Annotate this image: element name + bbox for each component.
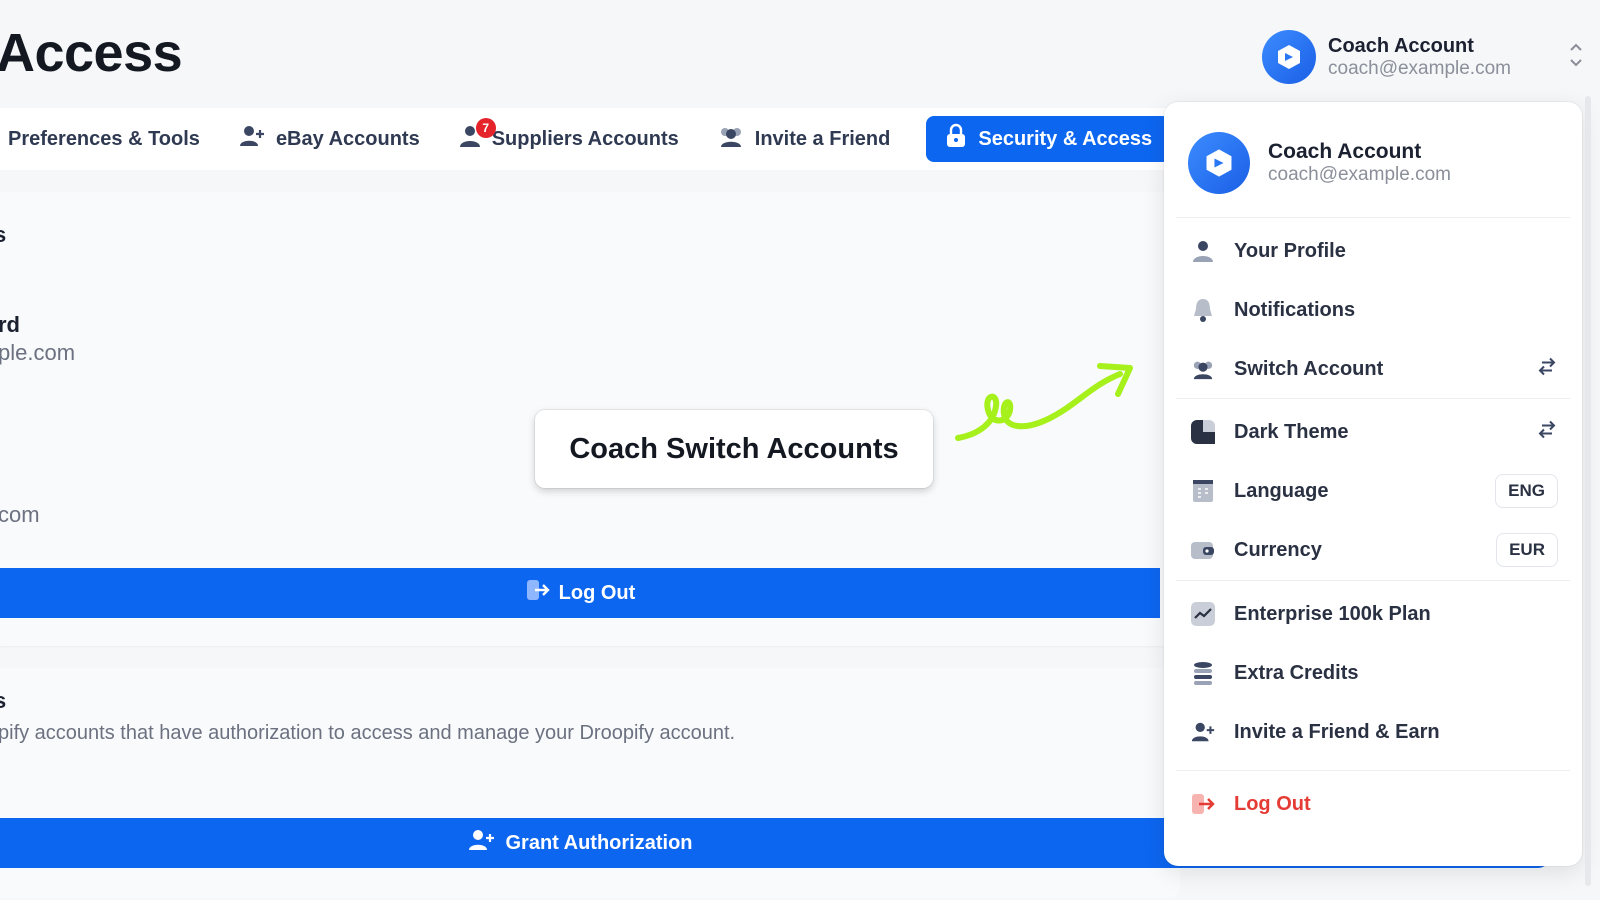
menu-item-currency[interactable]: Currency EUR <box>1176 526 1570 574</box>
page-scrollbar[interactable] <box>1585 96 1591 886</box>
divider <box>1176 398 1570 399</box>
logout-button[interactable]: Log Out <box>0 568 1160 618</box>
menu-item-label: Extra Credits <box>1234 661 1359 684</box>
account-email: coach@example.com <box>1328 57 1511 79</box>
user-plus-icon <box>467 828 495 858</box>
annotation-arrow-icon <box>955 363 1133 441</box>
menu-item-label: Currency <box>1234 538 1322 561</box>
dropdown-account-header: Coach Account coach@example.com <box>1188 132 1451 194</box>
coach-switch-callout: Coach Switch Accounts <box>535 410 933 488</box>
menu-item-extra-credits[interactable]: Extra Credits <box>1176 649 1570 697</box>
users-icon <box>1190 356 1216 382</box>
menu-item-label: Log Out <box>1234 792 1311 815</box>
divider <box>1176 580 1570 581</box>
account-switcher[interactable]: Coach Account coach@example.com <box>1262 28 1584 86</box>
account-name: Coach Account <box>1328 34 1474 57</box>
theme-icon <box>1190 419 1216 445</box>
user-plus-icon <box>1190 719 1216 745</box>
tab-label: Suppliers Accounts <box>491 127 679 150</box>
menu-item-label: Your Profile <box>1234 239 1346 262</box>
menu-item-label: Dark Theme <box>1234 420 1349 443</box>
book-icon <box>1190 478 1216 504</box>
menu-item-label: Enterprise 100k Plan <box>1234 602 1431 625</box>
grant-label: Grant Authorization <box>505 831 693 854</box>
menu-item-label: Invite a Friend & Earn <box>1234 720 1440 743</box>
card2-description: pify accounts that have authorization to… <box>0 722 736 744</box>
tab-preferences-tools[interactable]: Preferences & Tools <box>0 116 212 162</box>
menu-item-your-profile[interactable]: Your Profile <box>1176 227 1570 275</box>
menu-item-log-out[interactable]: Log Out <box>1176 780 1570 828</box>
menu-item-switch-account[interactable]: Switch Account <box>1176 345 1570 393</box>
menu-item-label: Switch Account <box>1234 357 1384 380</box>
tab-suppliers-accounts[interactable]: 7 Suppliers Accounts <box>446 116 691 162</box>
wallet-icon <box>1190 537 1216 563</box>
logout-icon <box>525 577 551 609</box>
menu-item-notifications[interactable]: Notifications <box>1176 286 1570 334</box>
settings-tabs: Preferences & Tools eBay Accounts 7 Supp… <box>0 108 1180 170</box>
menu-item-dark-theme[interactable]: Dark Theme <box>1176 408 1570 456</box>
coins-icon <box>1190 660 1216 686</box>
tab-invite-friend[interactable]: Invite a Friend <box>705 116 903 162</box>
tab-ebay-accounts[interactable]: eBay Accounts <box>226 116 432 162</box>
droopify-logo-icon <box>1188 132 1250 194</box>
menu-item-label: Notifications <box>1234 298 1356 321</box>
tab-security-access[interactable]: Security & Access <box>926 116 1171 162</box>
swap-icon <box>1536 420 1558 445</box>
bell-icon <box>1190 297 1216 323</box>
card1-name-fragment: rd <box>0 312 20 337</box>
chevron-updown-icon <box>1568 40 1584 75</box>
notification-badge: 7 <box>475 118 496 138</box>
currency-value: EUR <box>1496 533 1558 567</box>
language-value: ENG <box>1495 474 1558 508</box>
card1-email2-fragment: com <box>0 502 40 527</box>
menu-item-enterprise-plan[interactable]: Enterprise 100k Plan <box>1176 590 1570 638</box>
swap-icon <box>1536 357 1558 382</box>
logout-label: Log Out <box>558 581 636 604</box>
menu-item-language[interactable]: Language ENG <box>1176 467 1570 515</box>
lock-icon <box>944 123 968 155</box>
tab-label: Invite a Friend <box>754 127 891 150</box>
account-dropdown-menu: Coach Account coach@example.com Your Pro… <box>1164 102 1582 866</box>
card1-email-fragment: ple.com <box>0 340 76 365</box>
tab-label: Preferences & Tools <box>8 127 200 150</box>
logout-icon <box>1190 791 1216 817</box>
card2-heading-fragment: s <box>0 688 7 713</box>
dropdown-account-email: coach@example.com <box>1268 164 1451 186</box>
dropdown-account-name: Coach Account <box>1268 140 1422 163</box>
menu-item-invite-earn[interactable]: Invite a Friend & Earn <box>1176 708 1570 756</box>
droopify-logo-icon <box>1262 30 1316 84</box>
menu-item-label: Language <box>1234 479 1329 502</box>
chart-icon <box>1190 601 1216 627</box>
tab-label: Security & Access <box>978 127 1153 150</box>
users-icon <box>717 124 745 154</box>
user-icon <box>1190 238 1216 264</box>
divider <box>1176 217 1570 218</box>
divider <box>1176 770 1570 771</box>
card1-heading-fragment: s <box>0 222 7 247</box>
user-plus-icon <box>238 124 266 154</box>
page-title: Access <box>0 23 183 83</box>
tab-label: eBay Accounts <box>275 127 420 150</box>
